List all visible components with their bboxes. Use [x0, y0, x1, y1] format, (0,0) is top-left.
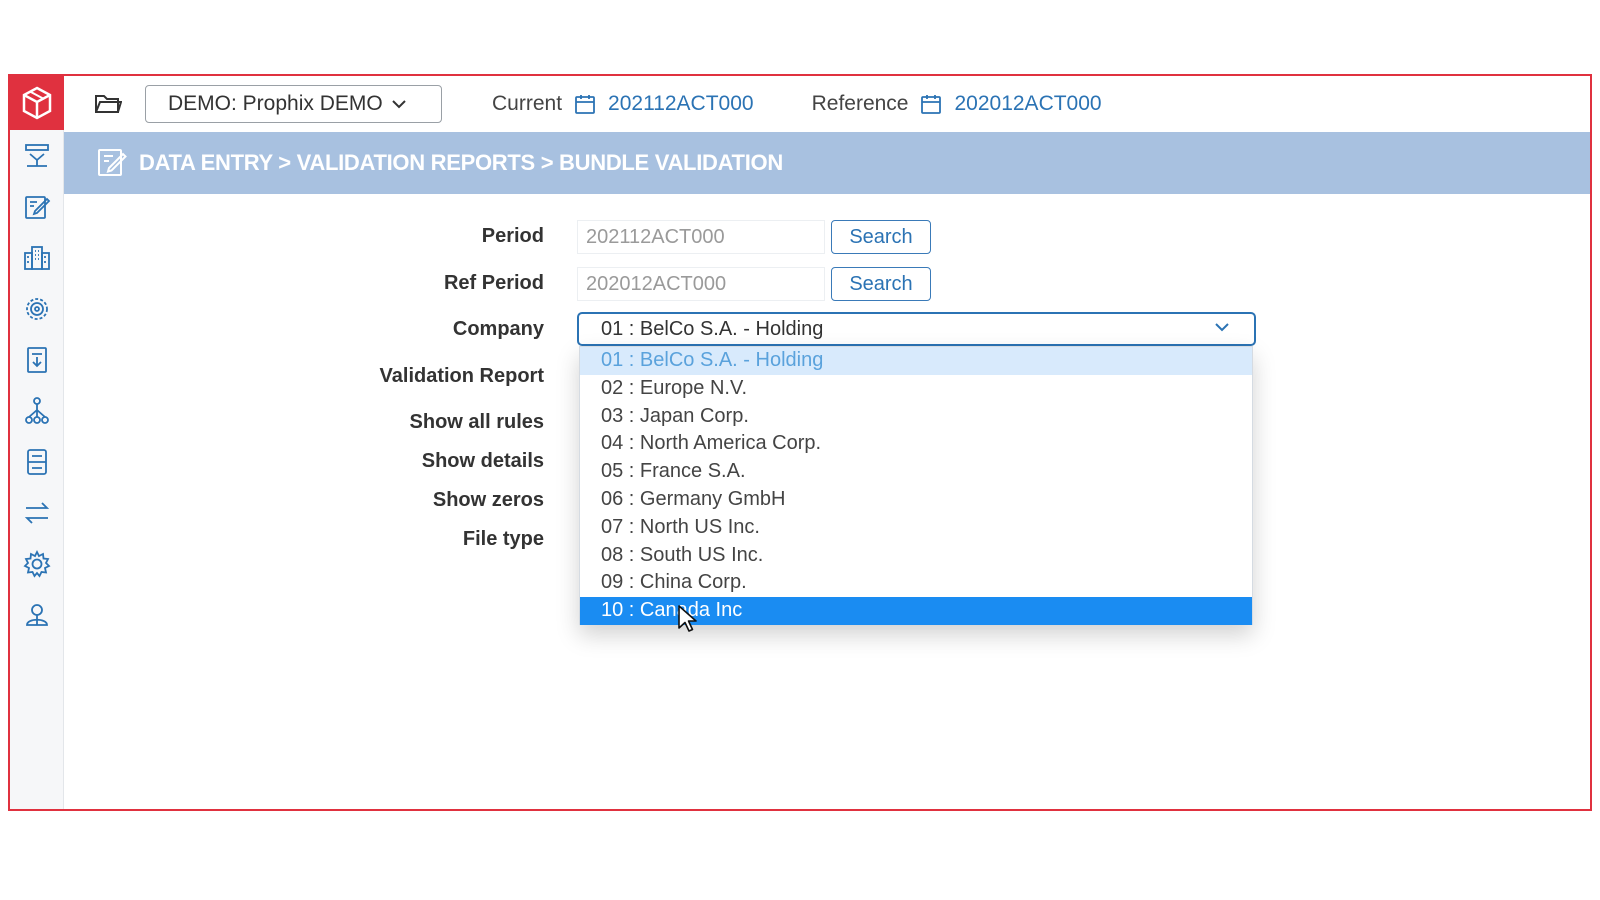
top-bar: DEMO: Prophix DEMO Current 202112ACT000 …: [64, 76, 1590, 132]
company-option[interactable]: 03 : Japan Corp.: [580, 403, 1252, 431]
chevron-down-icon: [392, 100, 406, 109]
data-entry-icon[interactable]: [10, 181, 64, 232]
file-type-label: File type: [462, 528, 544, 550]
ref-period-label: Ref Period: [443, 272, 544, 294]
company-option[interactable]: 09 : China Corp.: [580, 569, 1252, 597]
breadcrumb: DATA ENTRY > VALIDATION REPORTS > BUNDLE…: [139, 150, 783, 175]
journal-icon[interactable]: [10, 436, 64, 487]
users-icon[interactable]: [10, 589, 64, 640]
folder-icon[interactable]: [94, 89, 124, 119]
app-logo[interactable]: [10, 76, 64, 130]
company-option[interactable]: 02 : Europe N.V.: [580, 375, 1252, 403]
sidebar: [10, 76, 64, 809]
reports-icon[interactable]: [10, 334, 64, 385]
hierarchy-icon[interactable]: [10, 385, 64, 436]
entities-icon[interactable]: [10, 232, 64, 283]
company-option[interactable]: 07 : North US Inc.: [580, 514, 1252, 542]
company-option[interactable]: 06 : Germany GmbH: [580, 486, 1252, 514]
calendar-icon[interactable]: [574, 93, 596, 115]
cube-logo-icon: [22, 86, 52, 120]
current-period-value[interactable]: 202112ACT000: [608, 92, 754, 116]
data-entry-icon: [98, 149, 127, 176]
period-search-button[interactable]: Search: [831, 220, 931, 254]
company-option[interactable]: 01 : BelCo S.A. - Holding: [580, 347, 1252, 375]
company-select-value: 01 : BelCo S.A. - Holding: [601, 317, 824, 340]
current-label: Current: [492, 92, 563, 115]
company-label: Company: [452, 318, 544, 340]
chevron-down-icon: [1215, 323, 1229, 332]
show-details-label: Show details: [421, 450, 544, 472]
company-option[interactable]: 05 : France S.A.: [580, 458, 1252, 486]
environment-value: DEMO: Prophix DEMO: [168, 92, 383, 115]
company-option[interactable]: 08 : South US Inc.: [580, 542, 1252, 570]
ref-period-search-button[interactable]: Search: [831, 267, 931, 301]
reference-label: Reference: [811, 92, 909, 115]
app-window: DEMO: Prophix DEMO Current 202112ACT000 …: [8, 74, 1592, 811]
company-select[interactable]: 01 : BelCo S.A. - Holding: [577, 312, 1256, 346]
settings-network-icon[interactable]: [10, 283, 64, 334]
period-input[interactable]: 202112ACT000: [577, 220, 825, 254]
show-all-rules-label: Show all rules: [409, 411, 544, 433]
reference-period-value[interactable]: 202012ACT000: [954, 92, 1101, 116]
calendar-icon[interactable]: [920, 93, 942, 115]
company-dropdown-list: 01 : BelCo S.A. - Holding 02 : Europe N.…: [579, 346, 1253, 625]
environment-select[interactable]: DEMO: Prophix DEMO: [145, 85, 442, 123]
mouse-cursor-icon: [678, 605, 697, 632]
transfer-icon[interactable]: [10, 487, 64, 538]
show-zeros-label: Show zeros: [432, 489, 544, 511]
validation-report-label: Validation Report: [379, 365, 544, 387]
gear-icon[interactable]: [10, 538, 64, 589]
company-option[interactable]: 04 : North America Corp.: [580, 430, 1252, 458]
period-label: Period: [481, 225, 544, 247]
breadcrumb-bar: DATA ENTRY > VALIDATION REPORTS > BUNDLE…: [64, 132, 1590, 194]
consolidation-icon[interactable]: [10, 130, 64, 181]
ref-period-input[interactable]: 202012ACT000: [577, 267, 825, 301]
